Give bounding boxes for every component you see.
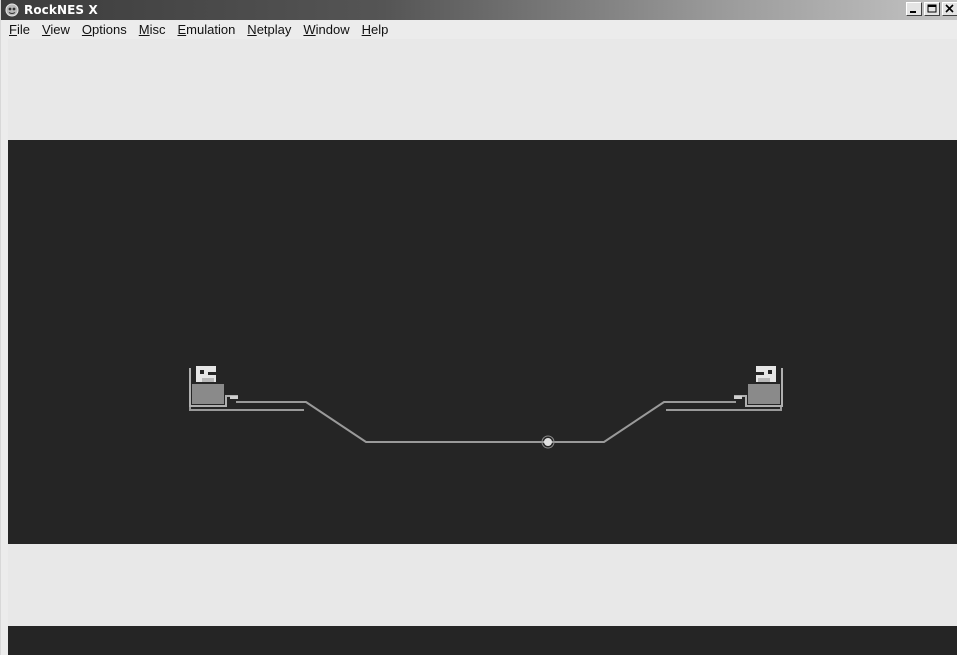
menu-view[interactable]: View (36, 20, 76, 39)
maximize-icon[interactable] (924, 2, 940, 16)
display-padding-top (8, 39, 957, 140)
game-screen[interactable] (8, 140, 957, 544)
title-bar[interactable]: RockNES X (1, 0, 957, 20)
minimize-icon[interactable] (906, 2, 922, 16)
menu-options[interactable]: Options (76, 20, 133, 39)
menu-bar: File View Options Misc Emulation Netplay… (1, 20, 957, 39)
menu-window[interactable]: Window (297, 20, 355, 39)
menu-file[interactable]: File (1, 20, 36, 39)
game-screen-lower-strip (8, 626, 957, 655)
menu-netplay[interactable]: Netplay (241, 20, 297, 39)
window-controls (906, 2, 957, 16)
track-rail (236, 401, 736, 443)
left-player-sprite (189, 366, 238, 407)
rocknes-app-icon[interactable] (4, 2, 20, 18)
game-scene (189, 366, 783, 449)
window-title: RockNES X (24, 3, 98, 17)
right-player-sprite (734, 366, 783, 407)
menu-help[interactable]: Help (356, 20, 395, 39)
close-icon[interactable] (942, 2, 957, 16)
menu-emulation[interactable]: Emulation (171, 20, 241, 39)
display-padding-bottom (8, 544, 957, 626)
menu-misc[interactable]: Misc (133, 20, 172, 39)
ball (544, 438, 552, 446)
app-window: RockNES X File View Options Misc Emulati… (0, 0, 957, 655)
